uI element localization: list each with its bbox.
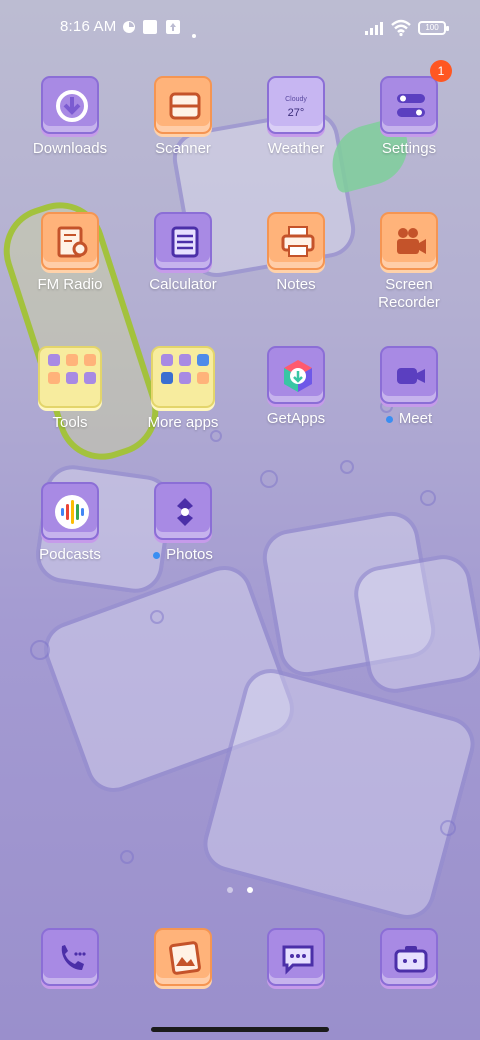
download-icon xyxy=(41,76,99,134)
app-label: Calculator xyxy=(149,276,217,293)
folder-tools[interactable]: Tools xyxy=(14,346,126,456)
app-notes[interactable]: Notes xyxy=(240,212,352,322)
printer-icon xyxy=(267,212,325,270)
app-label-with-dot: Photos xyxy=(127,546,239,564)
app-podcasts[interactable]: Podcasts xyxy=(14,482,126,592)
page-dot[interactable] xyxy=(226,887,233,893)
folder-more-apps[interactable]: More apps xyxy=(127,346,239,456)
app-label: Photos xyxy=(166,546,213,563)
dock-phone[interactable] xyxy=(14,928,126,992)
page-dot-active[interactable] xyxy=(247,887,254,893)
app-screen-recorder[interactable]: Screen Recorder xyxy=(353,212,465,322)
radio-icon xyxy=(41,212,99,270)
video-camera-icon xyxy=(380,346,438,404)
new-install-dot xyxy=(153,551,161,559)
home-gesture-bar[interactable] xyxy=(151,1027,329,1032)
app-label: Downloads xyxy=(32,140,108,157)
app-meet[interactable]: Meet xyxy=(353,346,465,456)
status-time: 8:16 AM xyxy=(60,18,117,35)
app-label: Scanner xyxy=(155,140,211,157)
app-label: Notes xyxy=(276,276,316,293)
app-label-with-dot: Meet xyxy=(353,410,465,428)
app-fm-radio[interactable]: FM Radio xyxy=(14,212,126,322)
app-settings[interactable]: Settings xyxy=(353,76,465,186)
app-label: Podcasts xyxy=(39,546,101,563)
podcast-icon xyxy=(41,482,99,540)
folder-icon xyxy=(38,346,102,408)
notification-square-icon xyxy=(143,20,157,34)
app-label: Screen Recorder xyxy=(378,276,440,311)
message-icon xyxy=(267,928,325,986)
app-scanner[interactable]: Scanner xyxy=(127,76,239,186)
folder-icon xyxy=(151,346,215,408)
app-label: Meet xyxy=(398,410,433,427)
app-label: GetApps xyxy=(266,410,326,427)
phone-icon xyxy=(41,928,99,986)
weather-temp: 27° xyxy=(287,107,305,119)
app-getapps[interactable]: GetApps xyxy=(240,346,352,456)
camera-icon xyxy=(380,928,438,986)
calculator-icon xyxy=(154,212,212,270)
battery-indicator: 100 xyxy=(418,21,449,35)
app-label: FM Radio xyxy=(37,276,103,293)
app-weather[interactable]: Cloudy 27° Weather xyxy=(240,76,352,186)
settings-badge: 1 xyxy=(430,60,452,82)
weather-condition: Cloudy xyxy=(285,96,307,103)
status-bar: 8:16 AM 100 xyxy=(0,0,480,56)
dock-messages[interactable] xyxy=(240,928,352,992)
dock-camera[interactable] xyxy=(353,928,465,992)
page-indicator xyxy=(0,880,480,898)
photos-icon xyxy=(154,482,212,540)
new-install-dot xyxy=(385,415,393,423)
data-saver-icon xyxy=(122,20,136,34)
app-label: Tools xyxy=(52,414,88,431)
more-notifications-dot xyxy=(192,25,196,38)
signal-icon xyxy=(364,20,386,36)
app-label: Settings xyxy=(381,140,437,157)
scanner-icon xyxy=(154,76,212,134)
video-recorder-icon xyxy=(380,212,438,270)
getapps-icon xyxy=(267,346,325,404)
app-downloads[interactable]: Downloads xyxy=(14,76,126,186)
app-photos[interactable]: Photos xyxy=(127,482,239,592)
weather-icon: Cloudy 27° xyxy=(267,76,325,134)
settings-icon xyxy=(380,76,438,134)
upload-notification-icon xyxy=(166,20,180,34)
dock-gallery[interactable] xyxy=(127,928,239,992)
wifi-icon xyxy=(390,19,412,37)
app-label: Weather xyxy=(267,140,325,157)
gallery-icon xyxy=(154,928,212,986)
app-label: More apps xyxy=(147,414,219,431)
app-calculator[interactable]: Calculator xyxy=(127,212,239,322)
